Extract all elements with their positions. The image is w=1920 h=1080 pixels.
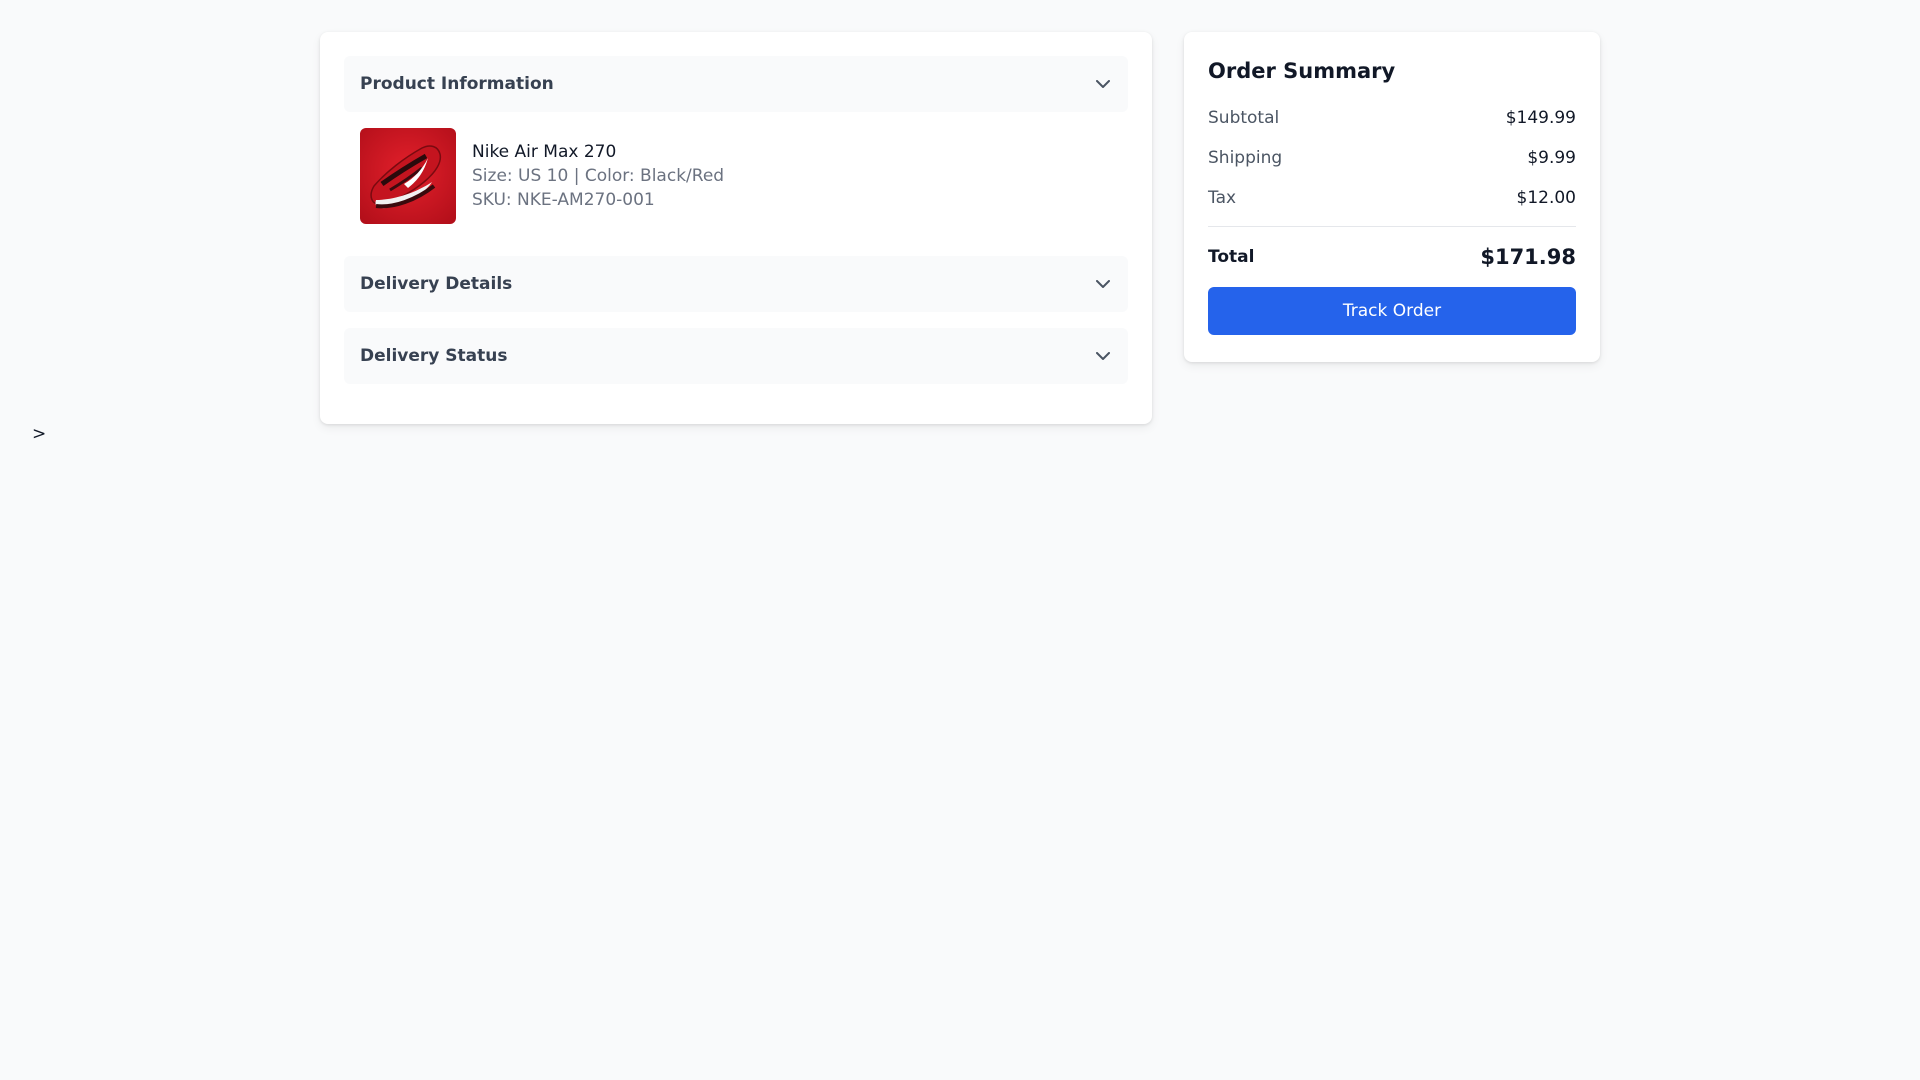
order-details-card: Product Information Nike Air Max 270 Siz…: [320, 32, 1152, 424]
total-label: Total: [1208, 247, 1255, 267]
chevron-down-icon[interactable]: [1094, 347, 1112, 365]
product-sku: SKU: NKE-AM270-001: [472, 190, 655, 210]
stray-text: >: [32, 424, 47, 444]
summary-row-subtotal: Subtotal $149.99: [1208, 98, 1576, 138]
product-name: Nike Air Max 270: [472, 142, 617, 162]
order-summary-title: Order Summary: [1208, 59, 1396, 83]
product-info: Nike Air Max 270 Size: US 10 | Color: Bl…: [472, 140, 724, 212]
product-size-color: Size: US 10 | Color: Black/Red: [472, 166, 725, 186]
product-information-header[interactable]: Product Information: [344, 56, 1128, 112]
product-information-title: Product Information: [360, 74, 554, 94]
delivery-details-section: Delivery Details: [344, 256, 1128, 312]
delivery-status-section: Delivery Status: [344, 328, 1128, 384]
product-information-section: Product Information Nike Air Max 270 Siz…: [344, 56, 1128, 240]
track-order-button[interactable]: Track Order: [1208, 287, 1576, 335]
total-value: $171.98: [1480, 245, 1576, 269]
summary-row-shipping: Shipping $9.99: [1208, 138, 1576, 178]
chevron-down-icon[interactable]: [1094, 75, 1112, 93]
summary-row-total: Total $171.98: [1208, 241, 1576, 273]
delivery-details-header[interactable]: Delivery Details: [344, 256, 1128, 312]
summary-divider: [1208, 226, 1576, 227]
subtotal-value: $149.99: [1505, 108, 1576, 128]
shipping-value: $9.99: [1527, 148, 1576, 168]
order-summary-card: Order Summary Subtotal $149.99 Shipping …: [1184, 32, 1600, 362]
chevron-down-icon[interactable]: [1094, 275, 1112, 293]
tax-label: Tax: [1208, 188, 1237, 208]
subtotal-label: Subtotal: [1208, 108, 1280, 128]
summary-row-tax: Tax $12.00: [1208, 178, 1576, 218]
delivery-status-title: Delivery Status: [360, 346, 508, 366]
delivery-status-header[interactable]: Delivery Status: [344, 328, 1128, 384]
product-item: Nike Air Max 270 Size: US 10 | Color: Bl…: [344, 112, 1128, 240]
shipping-label: Shipping: [1208, 148, 1283, 168]
tax-value: $12.00: [1516, 188, 1576, 208]
delivery-details-title: Delivery Details: [360, 274, 513, 294]
product-image: [360, 128, 456, 224]
